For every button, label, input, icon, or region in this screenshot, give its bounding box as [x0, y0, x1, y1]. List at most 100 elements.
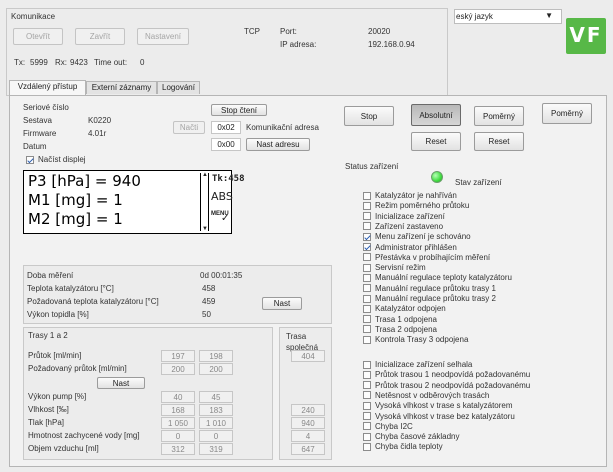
status-checkbox-label: Katalyzátor je nahříván	[375, 191, 457, 200]
comm-address-field[interactable]: 0x02	[211, 121, 241, 134]
status-checkbox[interactable]: Inicializace zařízení	[363, 212, 445, 221]
timeout-label: Time out:	[94, 58, 128, 67]
reset-button-1[interactable]: Reset	[411, 132, 461, 151]
tcp-label: TCP	[244, 27, 260, 36]
checkbox-box	[26, 155, 34, 164]
status-checkbox-label: Menu zařízení je schováno	[375, 232, 471, 242]
logo-text: VF	[569, 23, 603, 47]
status-checkbox[interactable]: Chyba časové základny	[363, 432, 460, 441]
checkbox-box	[363, 401, 371, 410]
ip-label: IP adresa:	[280, 40, 317, 49]
scroll-down-icon: ▼	[202, 226, 208, 232]
status-checkbox-label: Netěsnost v odběrových trasách	[375, 390, 490, 400]
status-checkbox[interactable]: Průtok trasou 2 neodpovídá požadovanému	[363, 381, 530, 390]
status-checkbox-label: Katalyzátor odpojen	[375, 304, 446, 314]
route-row-label: Tlak [hPa]	[28, 418, 65, 427]
status-checkbox-label: Chyba čidla teploty	[375, 442, 443, 452]
checkbox-box	[363, 284, 371, 293]
status-checkbox[interactable]: Menu zařízení je schováno	[363, 232, 471, 241]
cat-temp-label: Teplota katalyzátoru [°C]	[27, 284, 114, 293]
checkbox-box	[363, 201, 371, 210]
proportional-button-2[interactable]: Poměrný	[542, 103, 592, 124]
absolute-button[interactable]: Absolutní	[411, 104, 461, 126]
status-checkbox[interactable]: Chyba čidla teploty	[363, 442, 443, 451]
menu-check-icon: ✓	[221, 213, 230, 224]
checkbox-box	[363, 335, 371, 344]
checkbox-box	[363, 370, 371, 379]
load-button[interactable]: Načti	[173, 121, 205, 134]
status-title: Status zařízení	[345, 162, 399, 171]
route-t1-value: 200	[161, 363, 195, 375]
checkbox-box	[363, 243, 371, 251]
settings-button[interactable]: Nastavení	[137, 28, 189, 45]
lcd-line-3: M2 [mg] = 1	[28, 210, 123, 228]
comm-address-label: Komunikační adresa	[246, 123, 319, 132]
set-temp-button[interactable]: Nast	[262, 297, 302, 310]
stop-reading-button[interactable]: Stop čtení	[211, 104, 267, 116]
route-t2-value: 198	[199, 350, 233, 362]
status-checkbox[interactable]: Trasa 1 odpojena	[363, 315, 437, 324]
new-address-field[interactable]: 0x00	[211, 138, 241, 151]
status-checkbox[interactable]: Kontrola Trasy 3 odpojena	[363, 335, 468, 344]
status-checkbox[interactable]: Chyba I2C	[363, 422, 413, 431]
lcd-side-mid: ABS	[211, 190, 233, 203]
route-t2-value: 45	[199, 391, 233, 403]
checkbox-box	[363, 222, 371, 231]
status-checkbox-label: Trasa 2 odpojena	[375, 324, 437, 334]
proportional-button-1[interactable]: Poměrný	[474, 106, 524, 126]
checkbox-box	[363, 325, 371, 334]
language-select[interactable]: eský jazyk ▼	[454, 9, 562, 24]
status-checkbox[interactable]: Přestávka v probíhajícím měření	[363, 253, 490, 262]
status-checkbox[interactable]: Trasa 2 odpojena	[363, 325, 437, 334]
status-checkbox[interactable]: Zařízení zastaveno	[363, 222, 443, 231]
stop-button[interactable]: Stop	[344, 106, 394, 126]
reset-button-2[interactable]: Reset	[474, 132, 524, 151]
route-row-label: Požadovaný průtok [ml/min]	[28, 364, 127, 373]
close-button[interactable]: Zavřít	[75, 28, 125, 45]
tx-value: 5999	[30, 58, 48, 67]
tab-remote-access[interactable]: Vzdálený přístup	[9, 80, 86, 95]
checkbox-box	[363, 391, 371, 400]
load-display-label: Načíst displej	[38, 155, 86, 164]
status-checkbox[interactable]: Inicializace zařízení selhala	[363, 360, 472, 369]
status-checkbox[interactable]: Administrator přihlášen	[363, 243, 457, 252]
status-checkbox[interactable]: Manuální regulace teploty katalyzátoru	[363, 273, 512, 282]
status-checkbox[interactable]: Manuální regulace průtoku trasy 1	[363, 284, 496, 293]
routes-title: Trasy 1 a 2	[28, 331, 68, 340]
checkbox-box	[363, 442, 371, 451]
set-flow-button[interactable]: Nast	[97, 377, 145, 389]
checkbox-box	[363, 263, 371, 272]
tx-label: Tx:	[14, 58, 26, 67]
lcd-side-top: Tk:458	[212, 174, 245, 184]
status-checkbox-label: Zařízení zastaveno	[375, 221, 444, 231]
tab-logging[interactable]: Logování	[157, 81, 200, 94]
route-common-value: 4	[291, 430, 325, 442]
req-temp-value: 459	[202, 297, 216, 306]
status-checkbox[interactable]: Vysoká vlhkost v trase s katalyzátorem	[363, 401, 513, 410]
open-button[interactable]: Otevřít	[13, 28, 63, 45]
tab-external-records[interactable]: Externí záznamy	[86, 81, 157, 94]
route-t1-value: 1 050	[161, 417, 195, 429]
port-value: 20020	[368, 27, 391, 36]
time-value: 0d 00:01:35	[200, 271, 243, 280]
ip-value: 192.168.0.94	[368, 40, 415, 49]
status-checkbox[interactable]: Režim poměrného průtoku	[363, 201, 469, 210]
status-checkbox-label: Průtok trasou 2 neodpovídá požadovanému	[375, 380, 531, 390]
status-checkbox[interactable]: Manuální regulace průtoku trasy 2	[363, 294, 496, 303]
status-checkbox[interactable]: Vysoká vlhkost v trase bez katalyzátoru	[363, 412, 515, 421]
status-checkbox[interactable]: Servisní režim	[363, 263, 426, 272]
status-checkbox[interactable]: Průtok trasou 1 neodpovídá požadovanému	[363, 370, 530, 379]
status-checkbox-label: Vysoká vlhkost v trase bez katalyzátoru	[375, 411, 515, 421]
route-common-value: 404	[291, 350, 325, 362]
route-t1-value: 0	[161, 430, 195, 442]
status-checkbox[interactable]: Katalyzátor odpojen	[363, 304, 446, 313]
set-address-button[interactable]: Nast adresu	[246, 138, 310, 151]
route-t2-value: 1 010	[199, 417, 233, 429]
firmware-label: Firmware	[23, 129, 57, 138]
load-display-checkbox[interactable]: Načíst displej	[26, 155, 86, 164]
status-checkbox[interactable]: Netěsnost v odběrových trasách	[363, 391, 489, 400]
route-t1-value: 312	[161, 443, 195, 455]
checkbox-box	[363, 381, 371, 390]
status-checkbox[interactable]: Katalyzátor je nahříván	[363, 191, 457, 200]
route-t2-value: 183	[199, 404, 233, 416]
